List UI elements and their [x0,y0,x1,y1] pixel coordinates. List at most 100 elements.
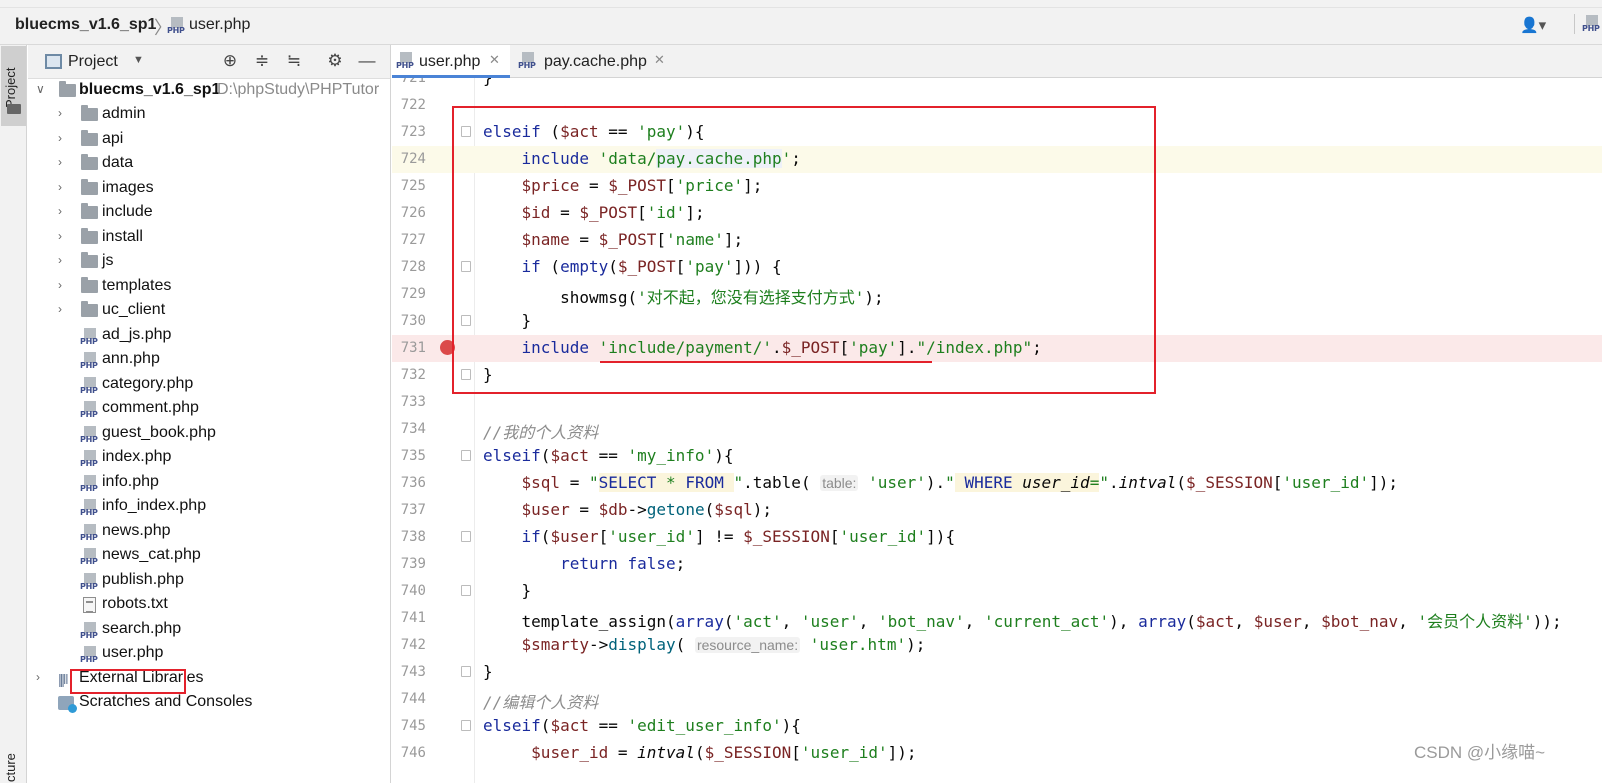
tree-folder[interactable]: › api [28,128,390,152]
watermark: CSDN @小缘喵~ [1414,743,1546,762]
tree-file[interactable]: PHP publish.php [28,569,390,593]
code-line[interactable]: 743 } [392,659,1602,686]
tree-folder-label: images [102,179,154,196]
editor-tab-bar: PHP user.php ✕ PHP pay.cache.php ✕ [392,45,1602,78]
chevron-right-icon[interactable]: › [58,229,62,243]
php-file-icon: PHP [80,622,98,640]
tree-file[interactable]: PHP guest_book.php [28,422,390,446]
tree-file[interactable]: PHP info.php [28,471,390,495]
php-file-icon: PHP [80,475,98,493]
tree-folder-label: js [102,252,114,269]
fold-icon[interactable] [461,531,471,542]
tree-file[interactable]: PHP index.php [28,446,390,470]
code-line[interactable]: 741 template_assign(array('act', 'user',… [392,605,1602,632]
parameter-hint: resource_name: [694,637,801,653]
code-line[interactable]: 735 elseif($act == 'my_info'){ [392,443,1602,470]
expand-all-icon[interactable]: ≑ [251,51,273,71]
tree-file[interactable]: robots.txt [28,593,390,617]
project-tool-button[interactable]: Project [1,46,26,126]
fold-icon[interactable] [461,666,471,677]
tree-folder[interactable]: › js [28,250,390,274]
collapse-all-icon[interactable]: ≒ [283,51,305,71]
code-line[interactable]: 740 } [392,578,1602,605]
tree-file[interactable]: PHP search.php [28,618,390,642]
chevron-right-icon[interactable]: › [36,670,40,684]
locate-icon[interactable]: ⊕ [219,51,241,71]
breadcrumb-project[interactable]: bluecms_v1.6_sp1 [15,16,156,34]
tree-scratches-label: Scratches and Consoles [79,693,253,710]
line-number: 723 [400,124,426,140]
tree-scratches[interactable]: Scratches and Consoles [28,691,390,715]
line-number: 727 [400,232,426,248]
structure-tool-button[interactable]: cture [3,753,18,782]
tree-file[interactable]: PHP news.php [28,520,390,544]
chevron-down-icon[interactable]: ▼ [133,54,144,66]
tree-folder[interactable]: › images [28,177,390,201]
chevron-down-icon[interactable]: ∨ [36,82,45,96]
close-icon[interactable]: ✕ [489,52,500,68]
code-line[interactable]: 744 //编辑个人资料 [392,686,1602,713]
chevron-right-icon[interactable]: › [58,278,62,292]
project-panel-title[interactable]: Project [68,53,118,71]
php-file-icon: PHP [80,548,98,566]
tree-file[interactable]: PHP ann.php [28,348,390,372]
fold-icon[interactable] [461,585,471,596]
chevron-right-icon[interactable]: › [58,180,62,194]
tab-pay-cache-php[interactable]: PHP pay.cache.php ✕ [514,45,674,78]
code-line[interactable]: 738 if($user['user_id'] != $_SESSION['us… [392,524,1602,551]
code-line[interactable]: 739 return false; [392,551,1602,578]
close-icon[interactable]: ✕ [654,52,665,68]
code-line[interactable]: 737 $user = $db->getone($sql); [392,497,1602,524]
hide-icon[interactable]: — [356,51,378,71]
folder-icon [81,105,98,121]
tree-root[interactable]: ∨ bluecms_v1.6_sp1 D:\phpStudy\PHPTutor [28,79,390,103]
line-number: 721 [400,78,426,86]
tree-file[interactable]: PHP news_cat.php [28,544,390,568]
tree-file[interactable]: PHP info_index.php [28,495,390,519]
line-number: 740 [400,583,426,599]
tab-user-php[interactable]: PHP user.php ✕ [392,45,510,78]
chevron-right-icon[interactable]: › [58,253,62,267]
php-file-icon[interactable]: PHP [1582,15,1600,33]
library-icon: |||‖ [58,671,69,687]
tree-folder-label: include [102,203,153,220]
tree-folder[interactable]: › data [28,152,390,176]
code-line[interactable]: 736 $sql = "SELECT * FROM ".table( table… [392,470,1602,497]
tree-file[interactable]: PHP ad_js.php [28,324,390,348]
php-file-icon: PHP [80,352,98,370]
tree-file[interactable]: PHP comment.php [28,397,390,421]
code-line[interactable]: 734 //我的个人资料 [392,416,1602,443]
account-icon[interactable]: 👤▾ [1520,16,1546,34]
chevron-right-icon[interactable]: › [58,204,62,218]
chevron-right-icon[interactable]: › [58,302,62,316]
tree-file-label: ad_js.php [102,326,172,343]
tree-folder[interactable]: › admin [28,103,390,127]
code-line[interactable]: 742 $smarty->display( resource_name: 'us… [392,632,1602,659]
tree-folder[interactable]: › install [28,226,390,250]
tree-file-label: info.php [102,473,159,490]
tree-folder[interactable]: › uc_client [28,299,390,323]
code-line[interactable]: 721 } [392,78,1602,92]
chevron-right-icon[interactable]: › [58,106,62,120]
breadcrumb-file[interactable]: user.php [189,16,250,34]
navigation-bar: bluecms_v1.6_sp1 〉 PHP user.php 👤▾ PHP [0,0,1602,45]
fold-icon[interactable] [461,720,471,731]
gear-icon[interactable]: ⚙ [324,51,346,71]
fold-icon[interactable] [461,450,471,461]
line-number: 745 [400,718,426,734]
code-text: if($user['user_id'] != $_SESSION['user_i… [521,527,956,546]
project-panel-header: Project ▼ ⊕ ≑ ≒ ⚙ — [28,45,390,79]
chevron-right-icon[interactable]: › [58,131,62,145]
tree-file-selected[interactable]: PHP user.php [28,642,390,666]
code-line[interactable]: 745 elseif($act == 'edit_user_info'){ [392,713,1602,740]
line-number: 729 [400,286,426,302]
tree-file[interactable]: PHP category.php [28,373,390,397]
tree-folder-label: install [102,228,143,245]
project-view-icon [45,54,62,69]
tree-folder[interactable]: › include [28,201,390,225]
chevron-right-icon[interactable]: › [58,155,62,169]
highlight-annotation [452,106,1156,394]
tree-folder[interactable]: › templates [28,275,390,299]
folder-icon [59,81,76,97]
code-text: $smarty->display( resource_name: 'user.h… [521,635,926,654]
